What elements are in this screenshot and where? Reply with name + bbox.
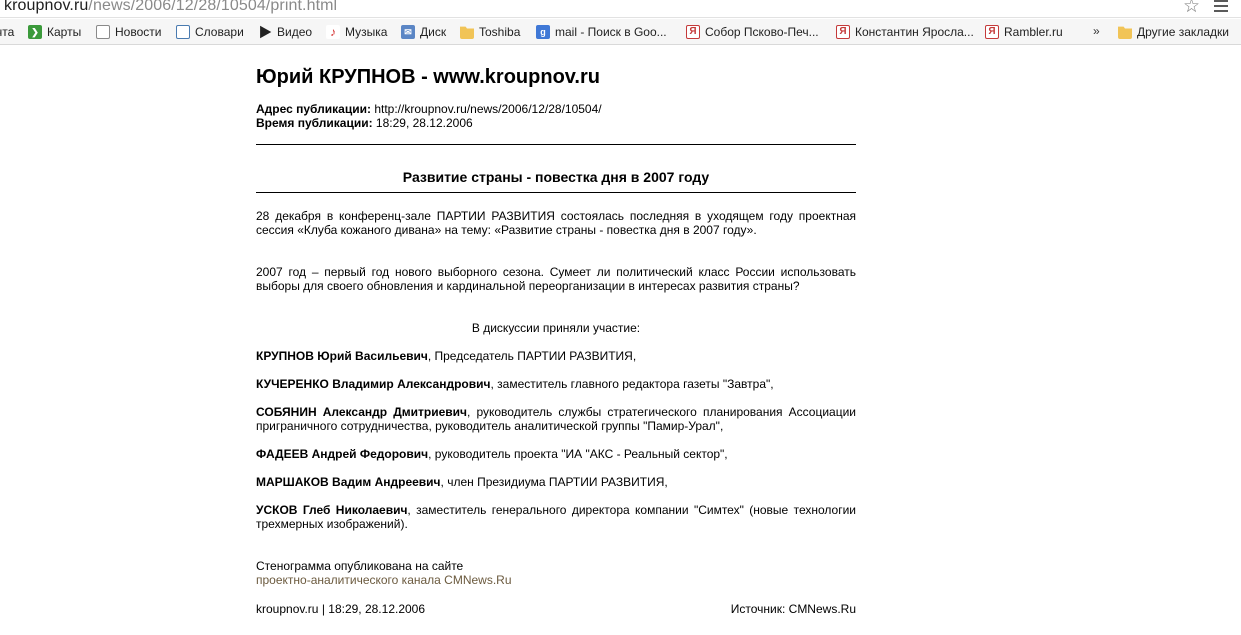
participant-role: , заместитель главного редактора газеты …: [490, 377, 774, 391]
bookmark-item-disk[interactable]: ✉ Диск: [401, 24, 446, 40]
publication-address: Адрес публикации: http://kroupnov.ru/new…: [256, 102, 602, 116]
bookmark-item-google-search[interactable]: g mail - Поиск в Goo...: [536, 24, 667, 40]
bookmark-item-sobor[interactable]: Я Собор Псково-Печ...: [686, 24, 819, 40]
participant-name: МАРШАКОВ Вадим Андреевич: [256, 475, 441, 489]
site-title: Юрий КРУПНОВ - www.kroupnov.ru: [256, 66, 600, 88]
participant-name: УСКОВ Глеб Николаевич: [256, 503, 408, 517]
time-value: 18:29, 28.12.2006: [375, 116, 473, 130]
music-icon: ♪: [326, 25, 340, 39]
dictionary-icon: [176, 25, 190, 39]
bookmark-label: чта: [0, 25, 15, 39]
bookmark-item-video[interactable]: Видео: [258, 24, 312, 40]
bookmark-label: Собор Псково-Печ...: [705, 25, 819, 39]
bookmark-star-icon[interactable]: ☆: [1183, 0, 1200, 17]
url-text[interactable]: kroupnov.ru/news/2006/12/28/10504/print.…: [4, 0, 337, 16]
bookmark-label: Rambler.ru: [1004, 25, 1063, 39]
article-headline: Развитие страны - повестка дня в 2007 го…: [402, 169, 710, 185]
video-icon: [260, 25, 272, 39]
participant-item: СОБЯНИН Александр Дмитриевич, руководите…: [256, 405, 856, 433]
address-value: http://kroupnov.ru/news/2006/12/28/10504…: [374, 102, 602, 116]
paragraph: 28 декабря в конференц-зале ПАРТИИ РАЗВИ…: [256, 209, 856, 237]
bookmark-label: Константин Яросла...: [855, 25, 974, 39]
participant-name: СОБЯНИН Александр Дмитриевич: [256, 405, 467, 419]
url-host: kroupnov.ru: [4, 0, 89, 14]
folder-icon: [460, 26, 474, 39]
bookmark-item-toshiba[interactable]: Toshiba: [460, 24, 520, 40]
bookmark-label: Музыка: [345, 25, 388, 39]
footer-source: Источник: CMNews.Ru: [730, 602, 856, 616]
bookmark-item-dictionaries[interactable]: Словари: [176, 24, 244, 40]
bookmark-label: mail - Поиск в Goo...: [555, 25, 667, 39]
participants-intro: В дискуссии приняли участие:: [471, 321, 641, 335]
bookmark-item-maps[interactable]: ❯ Карты: [28, 24, 81, 40]
bookmark-label: Диск: [420, 25, 447, 39]
divider: [256, 192, 856, 193]
yandex-icon: Я: [985, 25, 999, 39]
participant-name: КУЧЕРЕНКО Владимир Александрович: [256, 377, 491, 391]
folder-icon: [1118, 26, 1132, 39]
cmnews-link[interactable]: проектно-аналитического канала CMNews.Ru: [256, 573, 512, 587]
publication-time: Время публикации: 18:29, 28.12.2006: [256, 116, 602, 130]
bookmark-item-konstantin[interactable]: Я Константин Яросла...: [836, 24, 974, 40]
paragraph: 2007 год – первый год нового выборного с…: [256, 265, 856, 293]
participant-item: МАРШАКОВ Вадим Андреевич, член Президиум…: [256, 475, 856, 489]
google-icon: g: [536, 25, 550, 39]
divider: [256, 144, 856, 145]
yandex-icon: Я: [686, 25, 700, 39]
bookmark-label: Новости: [115, 25, 162, 39]
bookmark-label: Видео: [277, 25, 313, 39]
bookmarks-more-button[interactable]: »: [1093, 24, 1100, 38]
footer-site-time: kroupnov.ru | 18:29, 28.12.2006: [256, 602, 426, 616]
bookmark-item-other[interactable]: Другие закладки: [1118, 24, 1229, 40]
bookmark-label: Словари: [195, 25, 244, 39]
participant-name: КРУПНОВ Юрий Васильевич: [256, 349, 428, 363]
bookmark-label: Карты: [47, 25, 82, 39]
participant-role: , член Президиума ПАРТИИ РАЗВИТИЯ,: [440, 475, 668, 489]
transcript-note: Стенограмма опубликована на сайте проект…: [256, 559, 512, 587]
yandex-icon: Я: [836, 25, 850, 39]
address-label: Адрес публикации:: [256, 102, 371, 116]
mail-icon: ✉: [401, 25, 415, 39]
url-path: /news/2006/12/28/10504/print.html: [88, 0, 338, 14]
participant-item: КУЧЕРЕНКО Владимир Александрович, замест…: [256, 377, 856, 391]
bookmark-item-rambler[interactable]: Я Rambler.ru: [985, 24, 1063, 40]
participant-item: УСКОВ Глеб Николаевич, заместитель генер…: [256, 503, 856, 531]
address-bar[interactable]: kroupnov.ru/news/2006/12/28/10504/print.…: [0, 0, 1241, 18]
participant-name: ФАДЕЕВ Андрей Федорович: [256, 447, 429, 461]
bookmarks-bar: чта ❯ Карты Новости Словари Видео ♪ Музы…: [0, 19, 1241, 45]
menu-icon[interactable]: [1214, 0, 1228, 12]
participant-item: ФАДЕЕВ Андрей Федорович, руководитель пр…: [256, 447, 856, 461]
page-icon: [96, 25, 110, 39]
participant-item: КРУПНОВ Юрий Васильевич, Председатель ПА…: [256, 349, 856, 363]
bookmark-item-music[interactable]: ♪ Музыка: [326, 24, 387, 40]
publication-meta: Адрес публикации: http://kroupnov.ru/new…: [256, 102, 602, 130]
bookmark-item-partial[interactable]: чта: [0, 24, 14, 40]
time-label: Время публикации:: [256, 116, 373, 130]
bookmark-item-news[interactable]: Новости: [96, 24, 161, 40]
bookmark-label: Toshiba: [479, 25, 521, 39]
transcript-text: Стенограмма опубликована на сайте: [256, 559, 464, 573]
participant-role: , руководитель проекта "ИА "АКС - Реальн…: [428, 447, 728, 461]
bookmark-label: Другие закладки: [1137, 25, 1229, 39]
participant-role: , Председатель ПАРТИИ РАЗВИТИЯ,: [427, 349, 637, 363]
maps-icon: ❯: [28, 25, 42, 39]
